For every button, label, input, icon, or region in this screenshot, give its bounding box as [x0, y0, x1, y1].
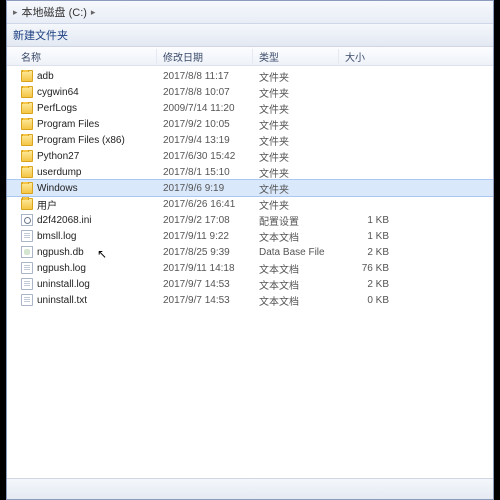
- folder-icon: [21, 118, 33, 130]
- file-name: userdump: [37, 167, 81, 178]
- file-row[interactable]: Windows 2017/9/6 9:19文件夹: [7, 180, 493, 196]
- file-name: Program Files (x86): [37, 135, 125, 146]
- statusbar: [7, 478, 493, 499]
- folder-icon: [21, 198, 33, 210]
- file-row[interactable]: PerfLogs 2009/7/14 11:20文件夹: [7, 100, 493, 116]
- breadcrumb[interactable]: ▸ 本地磁盘 (C:) ▸: [13, 4, 95, 20]
- chevron-right-icon: ▸: [13, 7, 18, 18]
- file-name: Python27: [37, 151, 79, 162]
- file-name: ngpush.db: [37, 247, 84, 258]
- text-file-icon: [21, 230, 33, 242]
- header-name[interactable]: 名称: [7, 49, 157, 64]
- file-list-area: 名称 修改日期 类型 大小 adb2017/8/8 11:17文件夹cygwin…: [7, 47, 493, 479]
- folder-icon: [21, 70, 33, 82]
- file-date: 2017/8/1 15:10: [157, 167, 253, 178]
- file-type: 文本文档: [253, 229, 339, 244]
- database-file-icon: [21, 246, 33, 258]
- toolbar: 新建文件夹: [7, 24, 493, 47]
- file-size: 76 KB: [339, 263, 399, 274]
- file-name: PerfLogs: [37, 103, 77, 114]
- file-row[interactable]: d2f42068.ini 2017/9/2 17:08配置设置1 KB: [7, 212, 493, 228]
- file-row[interactable]: userdump 2017/8/1 15:10文件夹: [7, 164, 493, 180]
- explorer-window: ▸ 本地磁盘 (C:) ▸ 新建文件夹 名称 修改日期 类型 大小 adb 201…: [6, 0, 494, 500]
- file-size: 0 KB: [339, 295, 399, 306]
- file-type: 文件夹: [253, 85, 339, 100]
- file-type: 文件夹: [253, 101, 339, 116]
- file-type: 文件夹: [253, 149, 339, 164]
- file-type: 配置设置: [253, 213, 339, 228]
- file-row[interactable]: Python27 2017/6/30 15:42文件夹: [7, 148, 493, 164]
- folder-icon: [21, 102, 33, 114]
- file-row[interactable]: adb 2017/8/8 11:17文件夹: [7, 68, 493, 84]
- file-name: Program Files: [37, 119, 99, 130]
- file-type: 文本文档: [253, 293, 339, 308]
- file-date: 2017/8/8 10:07: [157, 87, 253, 98]
- file-row[interactable]: cygwin64 2017/8/8 10:07文件夹: [7, 84, 493, 100]
- file-name: d2f42068.ini: [37, 215, 92, 226]
- file-row[interactable]: bmsll.log 2017/9/11 9:22文本文档1 KB: [7, 228, 493, 244]
- folder-icon: [21, 86, 33, 98]
- header-type[interactable]: 类型: [253, 49, 339, 64]
- file-row[interactable]: Program Files 2017/9/2 10:05文件夹: [7, 116, 493, 132]
- file-type: 文本文档: [253, 261, 339, 276]
- folder-icon: [21, 150, 33, 162]
- file-date: 2017/9/4 13:19: [157, 135, 253, 146]
- file-date: 2017/9/11 14:18: [157, 263, 253, 274]
- file-row[interactable]: uninstall.txt 2017/9/7 14:53文本文档0 KB: [7, 292, 493, 308]
- file-date: 2017/6/26 16:41: [157, 199, 253, 210]
- file-date: 2017/9/11 9:22: [157, 231, 253, 242]
- file-date: 2017/9/7 14:53: [157, 279, 253, 290]
- file-type: 文件夹: [253, 133, 339, 148]
- text-file-icon: [21, 294, 33, 306]
- text-file-icon: [21, 278, 33, 290]
- ini-file-icon: [21, 214, 33, 226]
- file-row[interactable]: 用户 2017/6/26 16:41文件夹: [7, 196, 493, 212]
- file-size: 2 KB: [339, 279, 399, 290]
- file-row[interactable]: ngpush.db 2017/8/25 9:39Data Base File2 K…: [7, 244, 493, 260]
- file-date: 2009/7/14 11:20: [157, 103, 253, 114]
- file-rows: adb2017/8/8 11:17文件夹cygwin642017/8/8 10:…: [7, 66, 493, 308]
- file-size: 1 KB: [339, 231, 399, 242]
- file-name: 用户: [37, 197, 57, 212]
- header-date[interactable]: 修改日期: [157, 49, 253, 64]
- folder-icon: [21, 134, 33, 146]
- header-size[interactable]: 大小: [339, 49, 399, 64]
- file-row[interactable]: uninstall.log 2017/9/7 14:53文本文档2 KB: [7, 276, 493, 292]
- text-file-icon: [21, 262, 33, 274]
- file-date: 2017/6/30 15:42: [157, 151, 253, 162]
- file-row[interactable]: Program Files (x86) 2017/9/4 13:19文件夹: [7, 132, 493, 148]
- file-name: ngpush.log: [37, 263, 86, 274]
- file-size: 2 KB: [339, 247, 399, 258]
- chevron-right-icon: ▸: [91, 7, 96, 18]
- file-date: 2017/9/7 14:53: [157, 295, 253, 306]
- file-name: Windows: [37, 183, 78, 194]
- folder-icon: [21, 182, 33, 194]
- file-name: uninstall.txt: [37, 295, 87, 306]
- file-type: 文件夹: [253, 165, 339, 180]
- file-name: bmsll.log: [37, 231, 76, 242]
- file-date: 2017/9/2 10:05: [157, 119, 253, 130]
- file-type: 文件夹: [253, 197, 339, 212]
- file-name: cygwin64: [37, 87, 79, 98]
- file-name: uninstall.log: [37, 279, 90, 290]
- titlebar: ▸ 本地磁盘 (C:) ▸: [7, 1, 493, 24]
- file-type: 文本文档: [253, 277, 339, 292]
- file-size: 1 KB: [339, 215, 399, 226]
- file-type: 文件夹: [253, 181, 339, 196]
- file-date: 2017/8/8 11:17: [157, 71, 253, 82]
- folder-icon: [21, 166, 33, 178]
- column-headers: 名称 修改日期 类型 大小: [7, 47, 493, 66]
- breadcrumb-location[interactable]: 本地磁盘 (C:): [22, 4, 87, 20]
- file-date: 2017/9/2 17:08: [157, 215, 253, 226]
- file-row[interactable]: ngpush.log 2017/9/11 14:18文本文档76 KB: [7, 260, 493, 276]
- file-date: 2017/8/25 9:39: [157, 247, 253, 258]
- file-date: 2017/9/6 9:19: [157, 183, 253, 194]
- file-name: adb: [37, 71, 54, 82]
- file-type: Data Base File: [253, 247, 339, 258]
- file-type: 文件夹: [253, 69, 339, 84]
- new-folder-button[interactable]: 新建文件夹: [13, 27, 68, 43]
- file-type: 文件夹: [253, 117, 339, 132]
